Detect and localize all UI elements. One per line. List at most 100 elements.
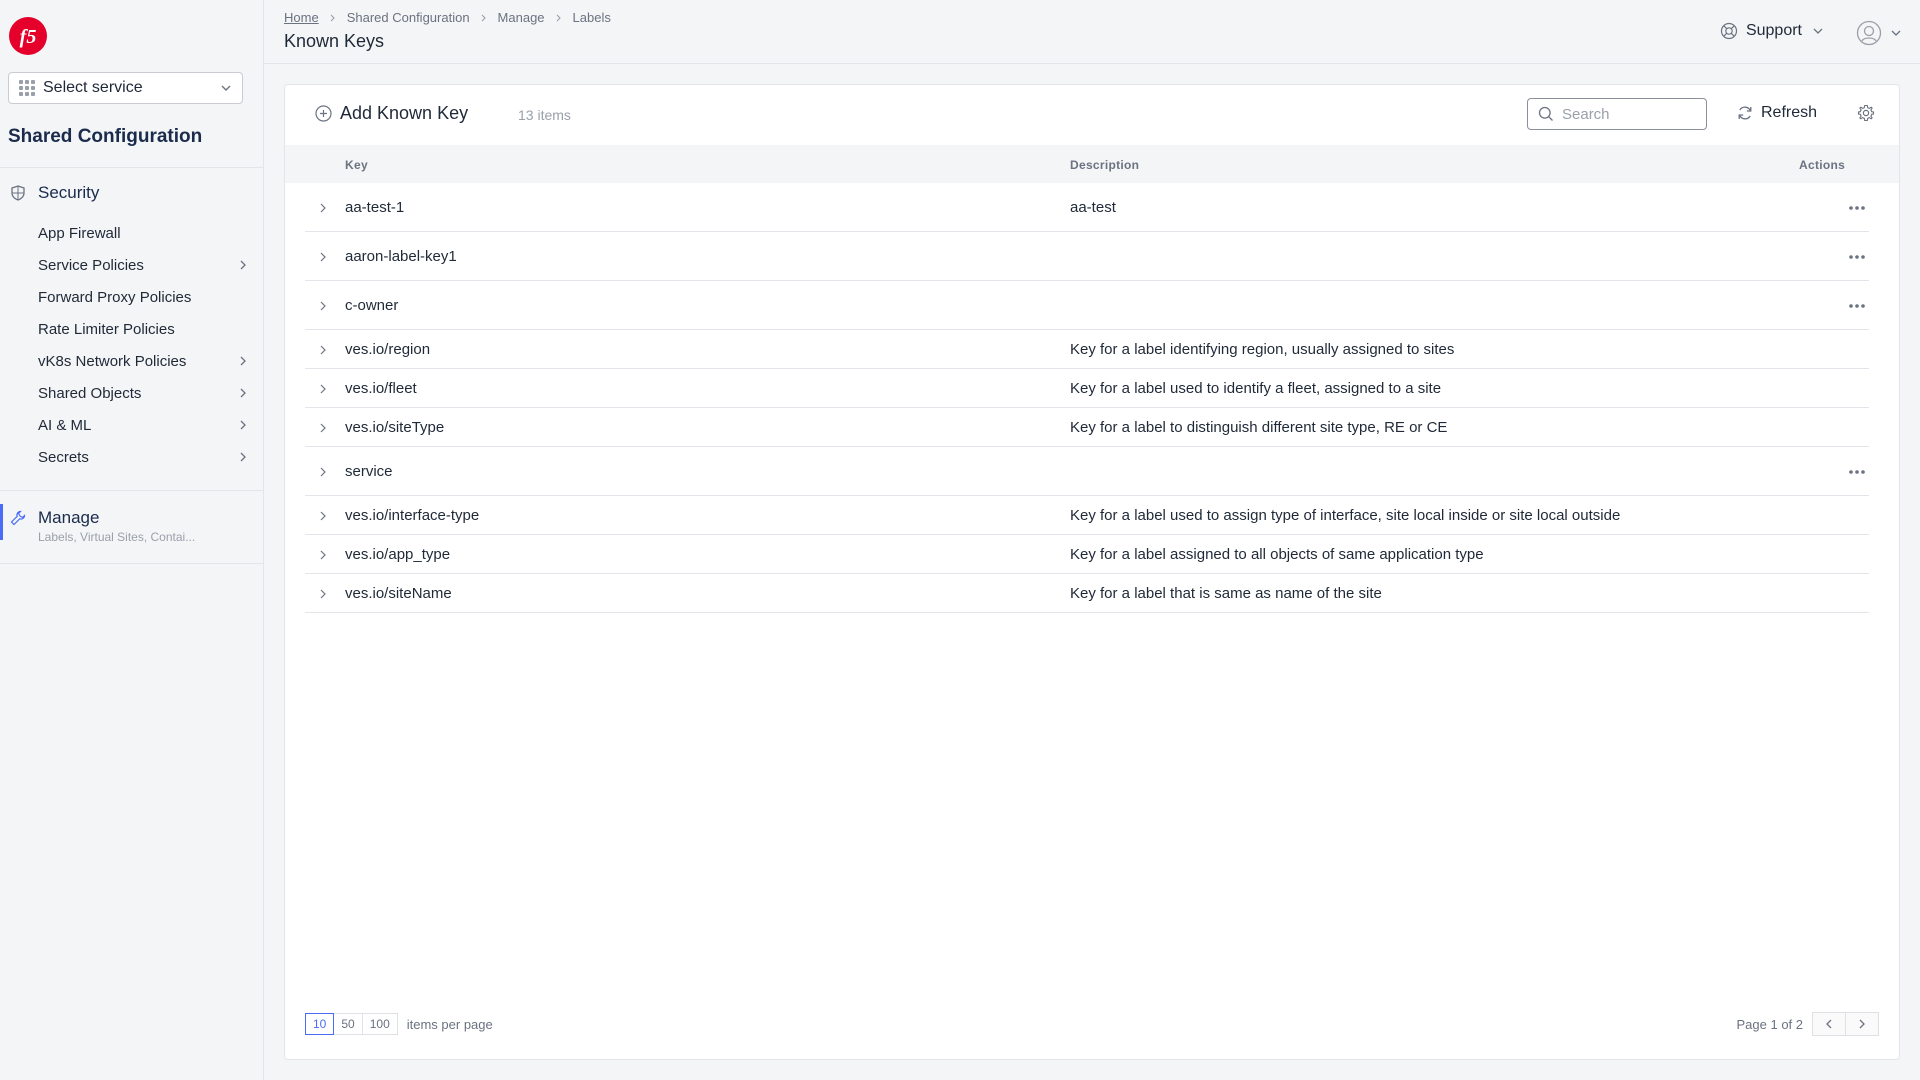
sidebar-item-app-firewall[interactable]: App Firewall [38,217,248,249]
support-menu[interactable]: Support [1720,22,1832,40]
chevron-right-icon [1859,1019,1865,1029]
prev-page-button[interactable] [1812,1012,1846,1036]
toolbar: Add Known Key 13 items Refresh [285,85,1899,145]
page-size-100[interactable]: 100 [361,1013,398,1035]
refresh-button[interactable]: Refresh [1737,104,1817,122]
table-row[interactable]: ves.io/fleet Key for a label used to iden… [305,369,1869,408]
row-key: ves.io/interface-type [345,506,480,524]
user-avatar-icon [1856,20,1882,46]
sidebar-item-secrets[interactable]: Secrets [38,441,248,473]
column-header-description[interactable]: Description [1070,158,1139,172]
shield-icon [11,185,25,201]
more-actions-icon[interactable] [1848,303,1866,309]
row-key: ves.io/siteName [345,584,452,602]
search-box[interactable] [1527,98,1707,130]
chevron-down-icon [1813,28,1823,34]
sidebar-item-label: Forward Proxy Policies [38,288,192,306]
chevron-right-icon [330,14,335,21]
chevron-right-icon [240,356,246,366]
workspace-title: Shared Configuration [8,126,203,147]
sidebar-item-label: App Firewall [38,224,121,242]
table-row[interactable]: ves.io/siteType Key for a label to distin… [305,408,1869,447]
sidebar-item-rate-limiter-policies[interactable]: Rate Limiter Policies [38,313,248,345]
svg-text:f5: f5 [20,26,37,48]
table-row[interactable]: c-owner [305,281,1869,330]
table-row[interactable]: ves.io/region Key for a label identifying… [305,330,1869,369]
page-size-50[interactable]: 50 [333,1013,363,1035]
expand-chevron-icon[interactable] [317,588,329,600]
table-row[interactable]: ves.io/interface-type Key for a label use… [305,496,1869,535]
add-known-key-button[interactable]: Add Known Key [315,103,468,124]
sidebar-item-manage-label: Manage [38,508,100,527]
expand-chevron-icon[interactable] [317,251,329,263]
sidebar-item-vk8s-network-policies[interactable]: vK8s Network Policies [38,345,248,377]
expand-chevron-icon[interactable] [317,422,329,434]
expand-chevron-icon[interactable] [317,300,329,312]
service-select-label: Select service [43,79,143,96]
sidebar-section-label: Security [38,183,100,202]
row-description: aa-test [1070,198,1116,216]
column-header-actions: Actions [1799,158,1846,172]
table-row[interactable]: aa-test-1 aa-test [305,183,1869,232]
row-description: Key for a label identifying region, usua… [1070,340,1455,358]
table-row[interactable]: aaron-label-key1 [305,232,1869,281]
page-size-10[interactable]: 10 [305,1013,335,1035]
sidebar-item-manage-sub: Labels, Virtual Sites, Contai... [38,530,196,544]
sidebar-divider [0,490,264,491]
sidebar-item-label: Secrets [38,448,89,466]
more-actions-icon[interactable] [1848,254,1866,260]
chevron-down-icon [1891,30,1901,36]
wrench-icon [10,510,26,526]
breadcrumb-shared-configuration[interactable]: Shared Configuration [347,10,470,25]
sidebar-item-manage[interactable]: Manage Labels, Virtual Sites, Contai... [0,500,264,560]
expand-chevron-icon[interactable] [317,202,329,214]
sidebar-item-service-policies[interactable]: Service Policies [38,249,248,281]
chevron-right-icon [240,452,246,462]
breadcrumb-labels[interactable]: Labels [573,10,611,25]
chevron-right-icon [240,388,246,398]
expand-chevron-icon[interactable] [317,344,329,356]
table-body: aa-test-1 aa-test aaron-label-key1 c-owner v… [305,183,1869,613]
sidebar-item-forward-proxy-policies[interactable]: Forward Proxy Policies [38,281,248,313]
sidebar-divider [0,167,264,168]
gear-icon[interactable] [1857,104,1875,122]
expand-chevron-icon[interactable] [317,510,329,522]
apps-grid-icon [19,80,35,96]
sidebar-item-label: Rate Limiter Policies [38,320,175,338]
service-select[interactable]: Select service [8,72,243,104]
breadcrumb-home[interactable]: Home [284,10,319,25]
row-description: Key for a label used to identify a fleet… [1070,379,1442,397]
chevron-right-icon [240,420,246,430]
chevron-left-icon [1826,1019,1832,1029]
row-description: Key for a label to distinguish different… [1070,418,1448,436]
row-key: c-owner [345,296,399,314]
add-known-key-label: Add Known Key [340,103,469,123]
active-indicator [0,504,3,540]
expand-chevron-icon[interactable] [317,549,329,561]
refresh-icon [1738,106,1752,120]
sidebar-item-label: AI & ML [38,416,92,434]
sidebar-item-shared-objects[interactable]: Shared Objects [38,377,248,409]
more-actions-icon[interactable] [1848,469,1866,475]
row-key: ves.io/region [345,340,431,358]
column-header-key[interactable]: Key [345,158,368,172]
chevron-right-icon [481,14,486,21]
table-row[interactable]: ves.io/siteName Key for a label that is s… [305,574,1869,613]
table-row[interactable]: service [305,447,1869,496]
sidebar-item-ai-ml[interactable]: AI & ML [38,409,248,441]
sidebar-section-security[interactable]: Security [10,183,99,203]
more-actions-icon[interactable] [1848,205,1866,211]
breadcrumb: Home Shared Configuration Manage Labels [284,10,611,25]
f5-logo-icon[interactable]: f5 [8,16,48,56]
sidebar-item-label: vK8s Network Policies [38,352,187,370]
expand-chevron-icon[interactable] [317,466,329,478]
next-page-button[interactable] [1845,1012,1879,1036]
expand-chevron-icon[interactable] [317,383,329,395]
search-input[interactable] [1562,105,1692,123]
row-description: Key for a label used to assign type of i… [1070,506,1621,524]
table-row[interactable]: ves.io/app_type Key for a label assigned … [305,535,1869,574]
sidebar-item-label: Service Policies [38,256,144,274]
breadcrumb-manage[interactable]: Manage [498,10,545,25]
user-menu[interactable] [1856,20,1902,46]
page-title: Known Keys [284,31,385,51]
